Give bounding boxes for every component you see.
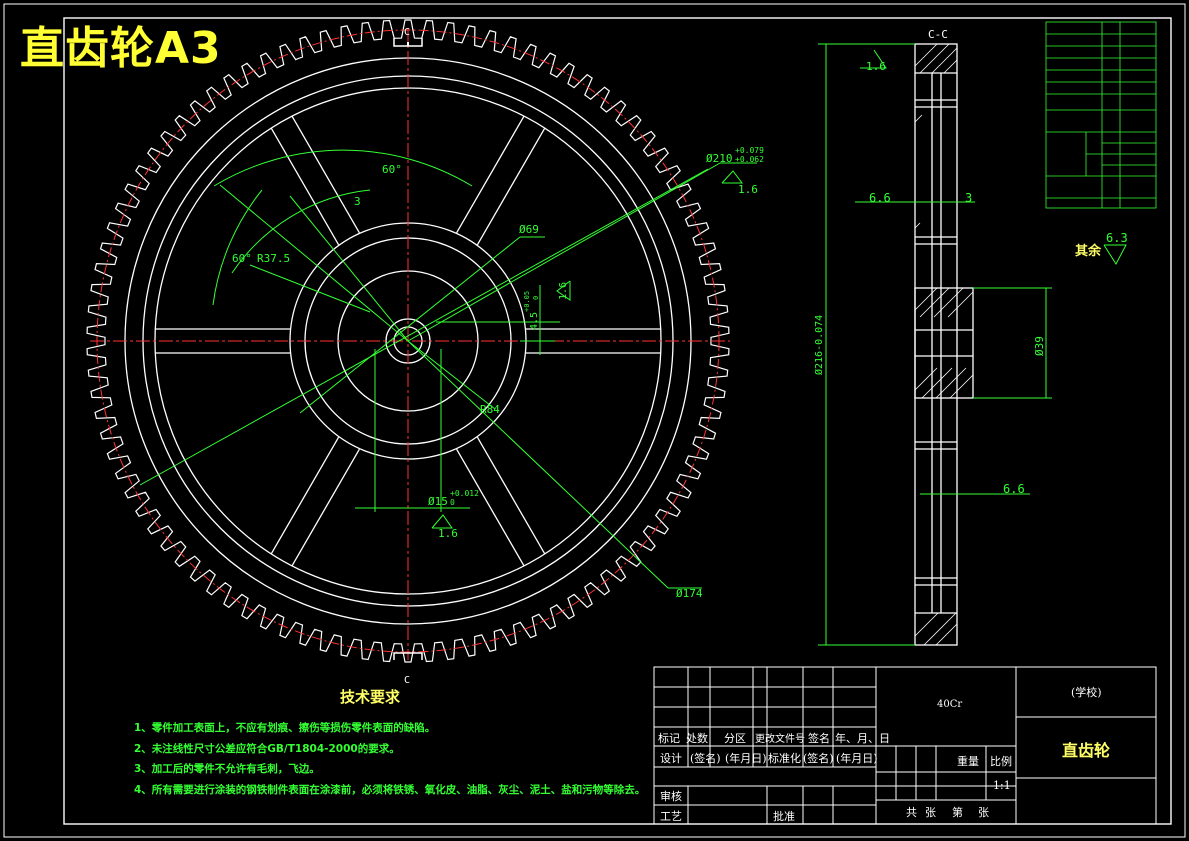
tb-date: 年、月、日 xyxy=(835,732,890,745)
tech-requirements-list: 1、零件加工表面上，不应有划痕、擦伤等损伤零件表面的缺陷。 2、未注线性尺寸公差… xyxy=(134,718,645,800)
d-hub-label: Ø39 xyxy=(1033,336,1046,356)
tb-process: 工艺 xyxy=(660,810,682,823)
tech-requirements-title: 技术要求 xyxy=(340,688,401,706)
tb-scale: 1:1 xyxy=(993,779,1011,792)
d-bore-tol-lower: 0 xyxy=(450,498,455,507)
gear-drawing: C C 60° 60° 3 R37.5 Ø69 Ø210 +0.079 +0.0… xyxy=(3,3,1186,838)
width-a-label: 6.6 xyxy=(869,191,891,205)
part-name-label: 直齿轮 xyxy=(1062,741,1111,760)
spoke-edge xyxy=(270,436,340,555)
spoke-edge xyxy=(291,115,360,234)
d-bore-label: Ø15 xyxy=(428,495,448,508)
d-bore-tol-upper: +0.012 xyxy=(450,489,479,498)
rough-section-label: 1.6 xyxy=(866,60,886,73)
tb-change-doc: 更改文件号 xyxy=(755,734,805,745)
rough-pitch-label: 1.6 xyxy=(738,183,758,196)
tb-design-date: (年月日) xyxy=(725,752,767,765)
width-c-label: 6.6 xyxy=(1003,482,1025,496)
tb-design: 设计 xyxy=(660,752,682,765)
tb-sign: 签名 xyxy=(808,732,830,745)
rest-rough-value: 6.3 xyxy=(1106,231,1128,245)
tb-sheets-unit: 张 xyxy=(925,806,936,819)
spoke-edge xyxy=(291,448,360,567)
tb-approve: 批准 xyxy=(773,810,795,823)
tb-weight: 重量 xyxy=(957,755,979,768)
tech-requirement-item: 1、零件加工表面上，不应有划痕、擦伤等损伤零件表面的缺陷。 xyxy=(134,722,436,734)
tech-requirement-item: 4、所有需要进行涂装的钢铁制件表面在涂漆前，必须将铁锈、氧化皮、油脂、灰尘、泥土… xyxy=(134,783,646,796)
r-spoke-label: R37.5 xyxy=(257,252,290,265)
d-pitch-label: Ø210 xyxy=(706,152,733,165)
keyway-label: 4.5 xyxy=(529,312,540,330)
tb-scale-label: 比例 xyxy=(990,755,1012,768)
d-pitch-tol-lower: +0.062 xyxy=(735,155,764,164)
tb-sheet-unit2: 张 xyxy=(978,806,989,819)
section-view-label: C-C xyxy=(928,28,948,41)
tb-design-sign: (签名) xyxy=(690,752,721,765)
spoke-edge xyxy=(270,127,340,246)
tb-mark: 标记 xyxy=(658,732,680,745)
d-pitch-tol-upper: +0.079 xyxy=(735,146,764,155)
tb-standard-sign: (签名) xyxy=(803,752,834,765)
tb-zone: 分区 xyxy=(724,732,746,745)
section-label-bottom: C xyxy=(404,675,410,686)
leader-r84 xyxy=(407,340,496,410)
gear-parameter-table xyxy=(1045,21,1157,209)
school-label: (学校) xyxy=(1071,686,1102,699)
d-rim-inner-label: Ø174 xyxy=(676,587,703,600)
keyway-tol-upper: +0.05 xyxy=(523,291,531,312)
rough-symbol-rest xyxy=(1103,244,1127,265)
section-label-top: C xyxy=(404,27,410,38)
leader-d69 xyxy=(299,236,521,414)
tb-count: 处数 xyxy=(686,732,708,745)
sheet-title: 直齿轮A3 xyxy=(20,23,222,74)
material-label: 40Cr xyxy=(937,699,963,710)
inner-border xyxy=(63,17,1172,825)
spoke-edge xyxy=(476,436,546,555)
section-rim xyxy=(914,43,958,646)
section-view: C-C 1.6 6.6 3 6.6 6.3 Ø216-0.074 Ø39 其余 xyxy=(813,28,1128,646)
d-hub-outer-label: Ø69 xyxy=(519,223,539,236)
front-view: C C 60° 60° 3 R37.5 Ø69 Ø210 +0.079 +0.0… xyxy=(86,19,764,686)
angle-arc-top xyxy=(213,149,473,187)
width-b-label: 3 xyxy=(965,191,972,205)
spoke-edge xyxy=(456,115,525,234)
angle-left-label: 60° xyxy=(232,252,252,265)
r-rim-label: R84 xyxy=(480,403,500,416)
tb-sheet-no: 第 xyxy=(952,806,963,819)
leader-d210 xyxy=(407,162,721,342)
tech-requirement-item: 3、加工后的零件不允许有毛刺，飞边。 xyxy=(134,763,320,775)
leader-pitch-long xyxy=(139,168,709,486)
spoke-note-label: 3 xyxy=(354,195,361,208)
angle-top-label: 60° xyxy=(382,163,402,176)
rough-symbol-pitch xyxy=(721,170,743,184)
rough-bore-label: 1.6 xyxy=(438,527,458,540)
tb-sheets-total: 共 xyxy=(906,806,917,819)
keyway-tol-lower: 0 xyxy=(532,296,540,300)
tech-requirement-item: 2、未注线性尺寸公差应符合GB/T1804-2000的要求。 xyxy=(134,742,400,755)
rest-rough-label: 其余 xyxy=(1075,243,1102,259)
rough-keyway-label: 1.6 xyxy=(558,282,569,300)
d-outer-label: Ø216-0.074 xyxy=(813,315,825,375)
front-dimensions xyxy=(139,149,757,589)
angle-arc-left xyxy=(212,189,263,306)
tb-standard: 标准化 xyxy=(768,752,801,765)
tb-standard-date: (年月日) xyxy=(836,752,878,765)
tb-check: 审核 xyxy=(660,790,682,803)
